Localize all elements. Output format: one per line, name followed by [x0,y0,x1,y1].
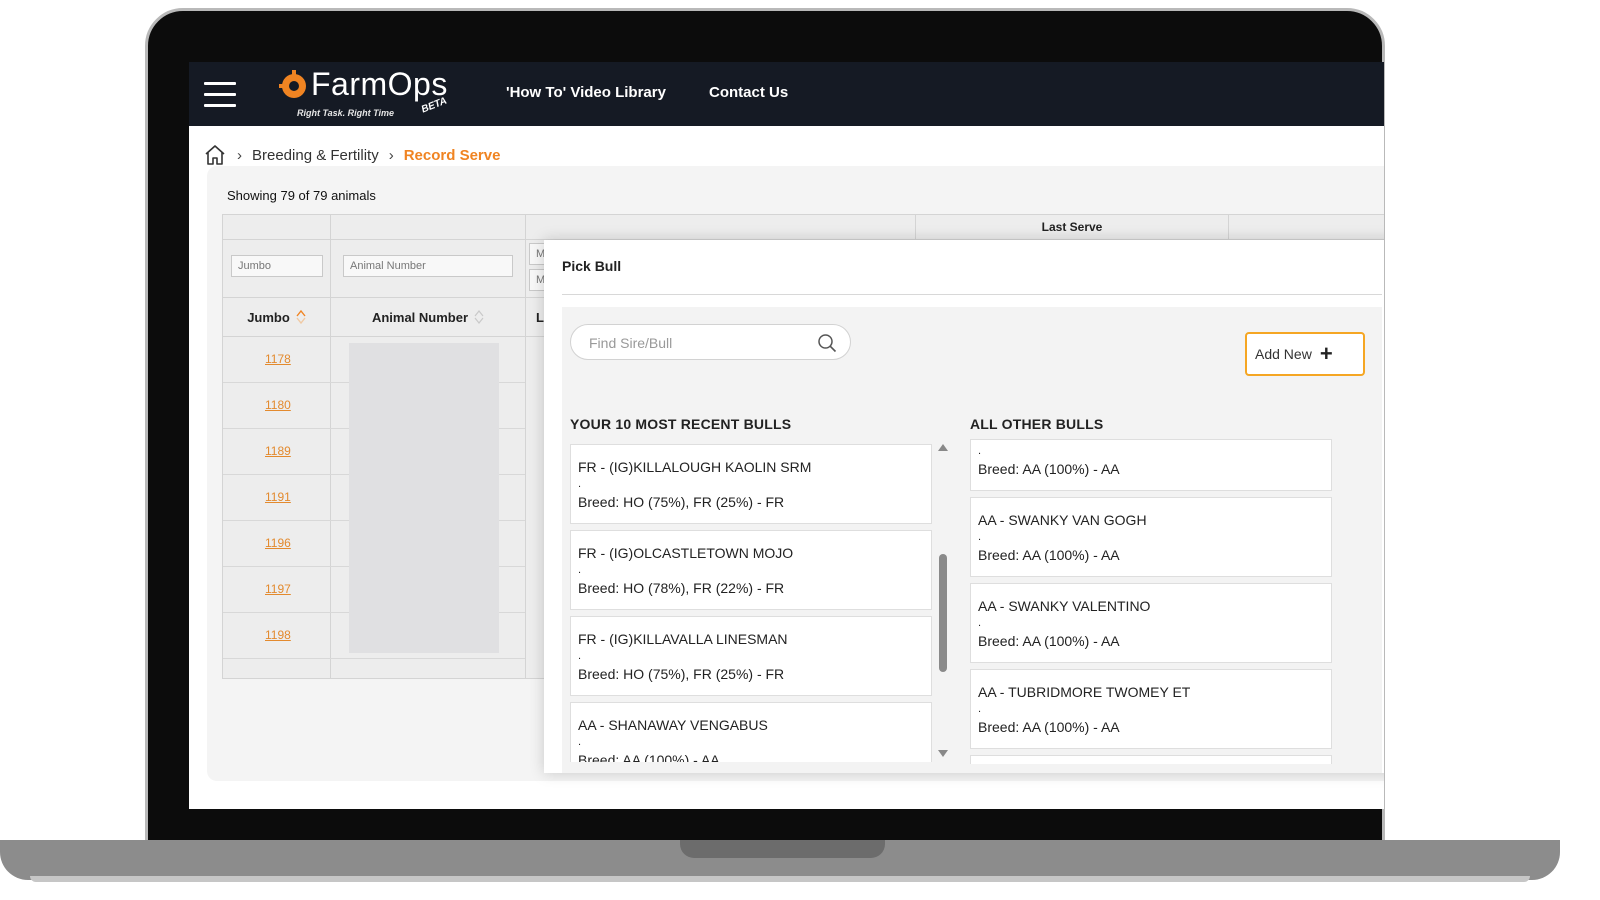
jumbo-link[interactable]: 1198 [265,628,291,642]
bull-name: FR - (IG)OLCASTLETOWN MOJO [578,545,794,561]
bull-breed: Breed: HO (75%), FR (25%) - FR [578,666,785,682]
jumbo-link[interactable]: 1191 [265,490,291,504]
bull-card[interactable]: FR - (IG)KILLALOUGH KAOLIN SRM . Breed: … [570,444,932,524]
bull-detail: . [578,736,582,748]
home-icon[interactable] [203,143,227,167]
bull-detail: . [978,531,982,543]
bull-detail: . [978,703,982,715]
bull-detail: . [978,445,982,457]
recent-bulls-scrollbar[interactable] [938,444,950,762]
column-label: Jumbo [247,309,290,325]
jumbo-filter-input[interactable]: Jumbo [231,255,323,277]
bull-name: FR - (IG)KILLAVALLA LINESMAN [578,631,788,647]
modal-body: Add New + YOUR 10 MOST RECENT BULLS ALL … [562,307,1382,773]
jumbo-link[interactable]: 1197 [265,582,291,596]
menu-icon[interactable] [204,82,236,108]
column-header-jumbo[interactable]: Jumbo [223,297,330,337]
jumbo-link[interactable]: 1196 [265,536,291,550]
chevron-right-icon: › [237,146,242,164]
breadcrumb-current: Record Serve [403,146,501,164]
bull-breed: Breed: HO (75%), FR (25%) - FR [578,494,785,510]
farmops-logo[interactable]: FarmOps Right Task. Right Time BETA [279,66,469,124]
plus-icon: + [1319,341,1333,366]
showing-count: Showing 79 of 79 animals [227,188,376,203]
jumbo-link[interactable]: 1180 [265,398,291,412]
jumbo-link[interactable]: 1178 [265,352,291,366]
chevron-right-icon: › [388,146,394,164]
bull-name: AA - SHANAWAY VENGABUS [578,717,768,733]
search-icon[interactable] [817,333,837,353]
scroll-thumb[interactable] [939,554,947,672]
add-new-bull-button[interactable]: Add New + [1245,332,1365,376]
sort-ascending-icon [296,309,306,325]
modal-title: Pick Bull [562,258,622,274]
recent-bulls-heading: YOUR 10 MOST RECENT BULLS [570,416,792,432]
logo-tagline: Right Task. Right Time [297,108,395,118]
scroll-down-icon[interactable] [938,750,948,757]
redacted-animal-numbers [349,343,499,653]
bull-breed: Breed: AA (100%) - AA [578,752,720,762]
bull-search [570,324,851,360]
jumbo-link[interactable]: 1189 [265,444,291,458]
scroll-up-icon[interactable] [938,444,948,451]
bull-card[interactable]: . Breed: AA (100%) - AA [970,439,1332,491]
bull-breed: Breed: AA (100%) - AA [978,461,1120,477]
bull-card[interactable]: FR - (IG)OLCASTLETOWN MOJO . Breed: HO (… [570,530,932,610]
recent-bulls-list[interactable]: FR - (IG)KILLALOUGH KAOLIN SRM . Breed: … [570,444,932,762]
bull-breed: Breed: AA (100%) - AA [978,719,1120,735]
animal-number-filter-input[interactable]: Animal Number [343,255,513,277]
laptop-notch [680,840,885,858]
add-new-label: Add New [1255,346,1312,362]
laptop-base-shadow [30,876,1530,882]
logo-mark-icon [279,70,306,98]
last-serve-group-header: Last Serve [915,215,1229,239]
other-bulls-heading: ALL OTHER BULLS [970,416,1104,432]
breadcrumb-item-breeding[interactable]: Breeding & Fertility [252,147,379,164]
bull-card[interactable] [970,755,1332,764]
column-header-partial[interactable]: L [526,297,546,337]
column-header-animal-number[interactable]: Animal Number [331,297,525,337]
app-screen: FarmOps Right Task. Right Time BETA 'How… [189,62,1384,809]
column-label: Animal Number [371,309,469,325]
bull-detail: . [578,650,582,662]
bull-breed: Breed: HO (78%), FR (22%) - FR [578,580,785,596]
bull-detail: . [978,617,982,629]
bull-card[interactable]: FR - (IG)KILLAVALLA LINESMAN . Breed: HO… [570,616,932,696]
bull-name: AA - TUBRIDMORE TWOMEY ET [978,684,1191,700]
pick-bull-modal: Pick Bull Add New + YOUR 10 MOST RECENT … [544,240,1384,773]
other-bulls-list[interactable]: . Breed: AA (100%) - AA AA - SWANKY VAN … [970,439,1332,764]
bull-detail: . [578,478,582,490]
divider [562,294,1382,295]
column-label: L [536,309,544,325]
bull-card[interactable]: AA - SWANKY VALENTINO . Breed: AA (100%)… [970,583,1332,663]
bull-card[interactable]: AA - SWANKY VAN GOGH . Breed: AA (100%) … [970,497,1332,577]
bull-breed: Breed: AA (100%) - AA [978,547,1120,563]
top-navbar: FarmOps Right Task. Right Time BETA 'How… [189,62,1384,126]
sort-icon [474,310,484,324]
bull-name: FR - (IG)KILLALOUGH KAOLIN SRM [578,459,812,475]
nav-link-video-library[interactable]: 'How To' Video Library [506,84,666,101]
logo-text: FarmOps [311,66,448,102]
bull-detail: . [578,564,582,576]
bull-search-input[interactable] [587,331,811,355]
bull-card[interactable]: AA - TUBRIDMORE TWOMEY ET . Breed: AA (1… [970,669,1332,749]
nav-link-contact-us[interactable]: Contact Us [709,84,788,101]
bull-breed: Breed: AA (100%) - AA [978,633,1120,649]
bull-card[interactable]: AA - SHANAWAY VENGABUS . Breed: AA (100%… [570,702,932,762]
bull-name: AA - SWANKY VALENTINO [978,598,1151,614]
bull-name: AA - SWANKY VAN GOGH [978,512,1147,528]
